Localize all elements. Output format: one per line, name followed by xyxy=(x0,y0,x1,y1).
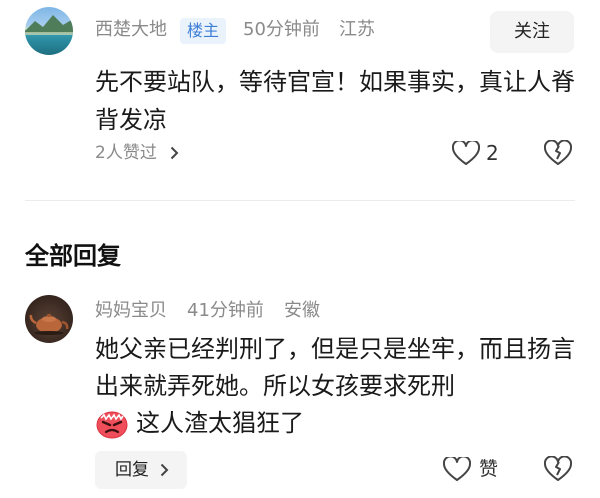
like-count: 2 xyxy=(486,141,499,165)
heart-icon xyxy=(443,457,471,481)
divider xyxy=(25,200,575,201)
dislike-icon[interactable] xyxy=(544,140,572,166)
main-post: 西楚大地 楼主 50分钟前 江苏 关注 先不要站队，等待官宣！如果事实，真让人脊… xyxy=(0,0,600,200)
chevron-right-icon xyxy=(160,463,169,477)
avatar[interactable] xyxy=(25,295,73,343)
reply-button[interactable]: 回复 xyxy=(95,451,187,489)
avatar[interactable] xyxy=(25,7,73,55)
follow-button[interactable]: 关注 xyxy=(490,11,574,53)
heart-icon xyxy=(452,141,480,165)
post-time: 50分钟前 xyxy=(243,19,320,40)
post-location: 江苏 xyxy=(339,19,375,40)
likers-link[interactable]: 2人赞过 xyxy=(95,141,179,165)
dislike-icon[interactable] xyxy=(544,456,572,482)
chevron-right-icon xyxy=(171,146,179,160)
reply-username[interactable]: 妈妈宝贝 xyxy=(95,299,167,323)
reply-button-label: 回复 xyxy=(115,460,149,480)
reply-time: 41分钟前 xyxy=(187,300,264,321)
reply-body: 她父亲已经判刑了，但是只是坐牢，而且扬言出来就弄死她。所以女孩要求死刑 xyxy=(95,335,575,400)
likers-text: 2人赞过 xyxy=(95,143,157,163)
post-username[interactable]: 西楚大地 xyxy=(95,18,167,42)
op-badge: 楼主 xyxy=(180,18,227,44)
reply-location: 安徽 xyxy=(284,300,320,321)
reply-body-line-text: 这人渣太猖狂了 xyxy=(136,409,304,437)
angry-face-emoji-icon xyxy=(96,411,128,439)
comment-thread: 西楚大地 楼主 50分钟前 江苏 关注 先不要站队，等待官宣！如果事实，真让人脊… xyxy=(0,0,600,498)
like-label: 赞 xyxy=(479,458,499,480)
section-title: 全部回复 xyxy=(25,242,121,270)
post-body: 先不要站队，等待官宣！如果事实，真让人脊背发凉 xyxy=(95,68,575,134)
